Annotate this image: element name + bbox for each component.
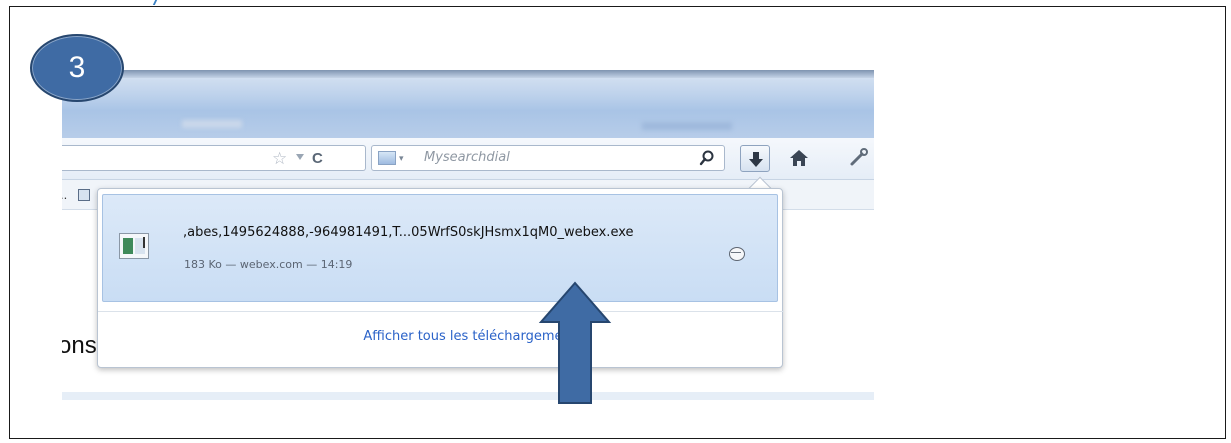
url-bar[interactable]: ☆ C	[62, 145, 366, 171]
download-arrow-icon	[749, 152, 763, 167]
pointer-arrow-icon	[538, 281, 612, 404]
show-all-downloads-link[interactable]: Afficher tous les téléchargements	[98, 329, 784, 344]
downloads-button[interactable]	[740, 145, 770, 172]
open-folder-icon[interactable]	[729, 247, 745, 261]
star-icon[interactable]: ☆	[272, 150, 290, 168]
navigation-toolbar: ☆ C ▾ Mysearchdial	[62, 138, 874, 180]
search-engine-icon[interactable]	[378, 151, 396, 165]
cropped-title-fragment	[148, 0, 210, 6]
url-dropdown-icon[interactable]	[296, 154, 304, 160]
browser-screenshot: ☆ C ▾ Mysearchdial ..	[62, 70, 874, 405]
step-number: 3	[68, 51, 86, 84]
magnifier-icon[interactable]	[698, 149, 716, 167]
download-item[interactable]: ,abes,1495624888,-964981491,T...05WrfS0s…	[102, 194, 778, 302]
page-partial-heading: ons	[62, 332, 97, 359]
browser-titlebar	[62, 70, 874, 138]
search-placeholder[interactable]: Mysearchdial	[424, 150, 510, 165]
home-icon[interactable]	[786, 146, 812, 170]
tools-icon[interactable]	[846, 146, 872, 170]
reload-icon[interactable]: C	[312, 150, 330, 168]
bookmarks-overflow[interactable]: ..	[62, 187, 67, 202]
download-meta: 183 Ko — webex.com — 14:19	[184, 258, 353, 271]
page-divider	[62, 392, 874, 400]
bookmark-icon[interactable]	[78, 189, 90, 201]
file-exe-icon	[119, 233, 149, 259]
search-bar[interactable]: ▾ Mysearchdial	[371, 145, 725, 171]
downloads-panel: ,abes,1495624888,-964981491,T...05WrfS0s…	[97, 188, 784, 368]
panel-separator	[98, 311, 784, 312]
step-number-badge: 3	[30, 34, 124, 102]
download-filename[interactable]: ,abes,1495624888,-964981491,T...05WrfS0s…	[183, 225, 634, 240]
engine-dropdown-icon[interactable]: ▾	[399, 153, 404, 163]
